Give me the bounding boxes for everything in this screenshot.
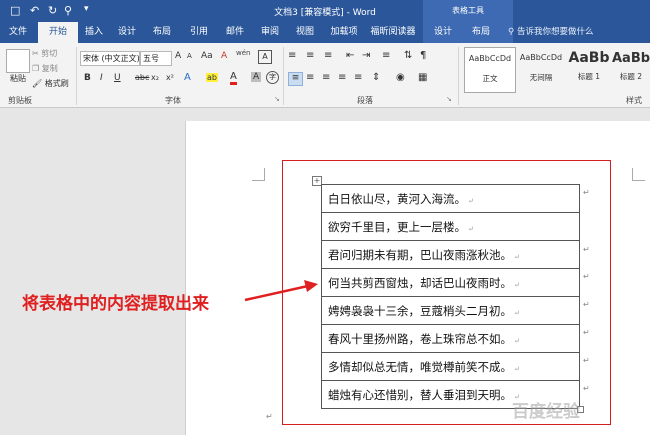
watermark: 百度经验 — [512, 402, 580, 422]
annotation-text: 将表格中的内容提取出来 — [22, 294, 209, 314]
annotation-arrow — [244, 280, 318, 302]
